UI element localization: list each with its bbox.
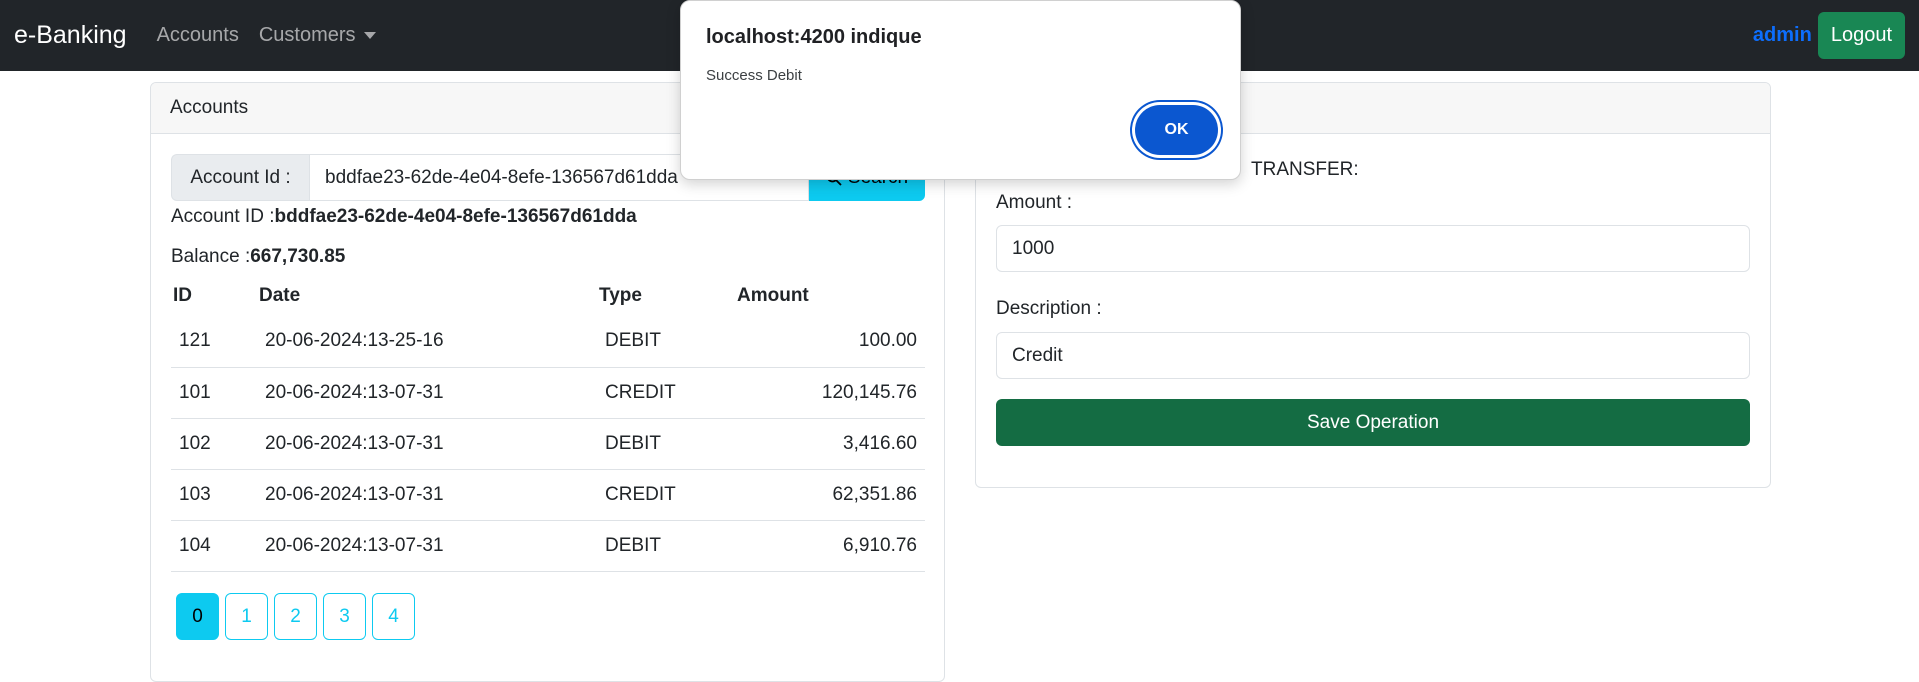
cell-type: CREDIT	[597, 469, 735, 521]
table-header-row: ID Date Type Amount	[171, 276, 925, 316]
logout-button[interactable]: Logout	[1817, 12, 1905, 59]
cell-id: 103	[171, 469, 257, 521]
save-operation-button[interactable]: Save Operation	[996, 399, 1750, 446]
table-row: 101 20-06-2024:13-07-31 CREDIT 120,145.7…	[171, 367, 925, 419]
column-header-id: ID	[173, 285, 192, 306]
description-label: Description :	[996, 298, 1102, 319]
chevron-down-icon	[363, 32, 376, 39]
transfer-label: TRANSFER:	[1251, 159, 1359, 180]
amount-label: Amount :	[996, 192, 1073, 213]
column-header-amount: Amount	[737, 285, 809, 306]
cell-id: 102	[171, 418, 257, 470]
cell-type: CREDIT	[597, 367, 735, 419]
cell-id: 121	[171, 316, 257, 368]
cell-id: 104	[171, 520, 257, 572]
cell-amount: 6,910.76	[735, 520, 925, 572]
description-input[interactable]	[996, 332, 1750, 379]
cell-amount: 3,416.60	[735, 418, 925, 470]
account-id-info-value: bddfae23-62de-4e04-8efe-136567d61dda	[274, 206, 637, 227]
alert-dialog: localhost:4200 indique Success Debit OK	[680, 0, 1241, 180]
balance-info: Balance :667,730.85	[171, 246, 345, 268]
account-id-info-label: Account ID :	[171, 206, 275, 227]
cell-type: DEBIT	[597, 418, 735, 470]
page-button-0[interactable]: 0	[176, 593, 219, 640]
cell-amount: 62,351.86	[735, 469, 925, 521]
pagination: 0 1 2 3 4	[176, 593, 415, 640]
nav-dropdown-customers-label: Customers	[258, 24, 356, 46]
nav-link-accounts[interactable]: Accounts	[157, 24, 239, 47]
cell-amount: 120,145.76	[735, 367, 925, 419]
dialog-title: localhost:4200 indique	[706, 26, 922, 48]
cell-type: DEBIT	[597, 316, 735, 368]
brand-logo[interactable]: e-Banking	[14, 21, 127, 50]
nav-dropdown-customers[interactable]: Customers	[259, 24, 376, 47]
nav-right: admin Logout	[1753, 12, 1905, 59]
operations-table: ID Date Type Amount 121 20-06-2024:13-25…	[171, 276, 925, 572]
cell-type: DEBIT	[597, 520, 735, 572]
page-button-3[interactable]: 3	[323, 593, 366, 640]
column-header-date: Date	[259, 285, 301, 306]
cell-date: 20-06-2024:13-07-31	[257, 469, 597, 521]
cell-date: 20-06-2024:13-07-31	[257, 367, 597, 419]
table-row: 104 20-06-2024:13-07-31 DEBIT 6,910.76	[171, 520, 925, 572]
cell-amount: 100.00	[735, 316, 925, 368]
cell-date: 20-06-2024:13-07-31	[257, 418, 597, 470]
cell-id: 101	[171, 367, 257, 419]
user-name: admin	[1752, 24, 1812, 46]
dialog-ok-button[interactable]: OK	[1135, 105, 1218, 155]
table-row: 103 20-06-2024:13-07-31 CREDIT 62,351.86	[171, 469, 925, 521]
table-row: 121 20-06-2024:13-25-16 DEBIT 100.00	[171, 316, 925, 368]
column-header-type: Type	[599, 285, 642, 306]
account-id-info: Account ID :bddfae23-62de-4e04-8efe-1365…	[171, 206, 637, 228]
page-button-4[interactable]: 4	[372, 593, 415, 640]
cell-date: 20-06-2024:13-07-31	[257, 520, 597, 572]
balance-value: 667,730.85	[250, 246, 346, 267]
table-row: 102 20-06-2024:13-07-31 DEBIT 3,416.60	[171, 418, 925, 470]
account-id-label: Account Id :	[171, 154, 309, 201]
cell-date: 20-06-2024:13-25-16	[257, 316, 597, 368]
page-button-2[interactable]: 2	[274, 593, 317, 640]
dialog-message: Success Debit	[706, 67, 802, 84]
balance-label: Balance :	[171, 246, 251, 267]
page-button-1[interactable]: 1	[225, 593, 268, 640]
amount-input[interactable]	[996, 225, 1750, 272]
